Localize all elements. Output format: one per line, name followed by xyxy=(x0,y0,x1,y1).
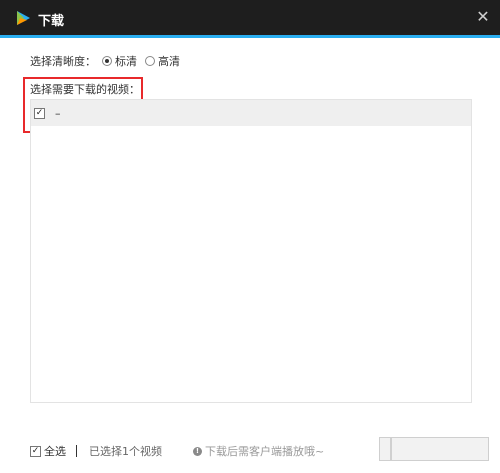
title-accent-bar xyxy=(0,35,500,38)
resolution-selector: 选择清晰度： 标清 高清 xyxy=(30,53,188,69)
info-icon: ! xyxy=(193,446,202,456)
playback-hint: ! 下载后需客户端播放哦~ xyxy=(193,443,324,459)
select-all-toggle[interactable]: ✓ 全选 xyxy=(30,443,66,459)
close-icon[interactable]: ✕ xyxy=(474,8,492,26)
resolution-option-hd-label: 高清 xyxy=(158,55,180,68)
footer-divider xyxy=(76,445,77,457)
footer-bar: ✓ 全选 已选择1个视频 xyxy=(30,443,162,459)
resolution-option-sd-label: 标清 xyxy=(115,55,137,68)
playback-hint-text: 下载后需客户端播放哦~ xyxy=(205,445,325,458)
download-button[interactable] xyxy=(379,437,489,461)
select-all-checkbox[interactable]: ✓ xyxy=(30,445,41,457)
video-title: – xyxy=(55,106,61,120)
list-item[interactable]: ✓ – xyxy=(31,100,471,126)
download-dialog: 下载 ✕ 选择清晰度： 标清 高清 选择需要下载的视频： ✓ – ✓ 全选 已选… xyxy=(0,0,500,473)
resolution-label: 选择清晰度： xyxy=(30,55,96,68)
resolution-option-hd[interactable]: 高清 xyxy=(145,53,180,69)
video-list: ✓ – xyxy=(30,99,472,403)
title-bar: 下载 ✕ xyxy=(0,0,500,35)
radio-sd[interactable] xyxy=(102,56,112,66)
resolution-option-sd[interactable]: 标清 xyxy=(102,53,137,69)
app-logo-icon xyxy=(17,11,30,25)
selected-count: 已选择1个视频 xyxy=(89,445,162,458)
video-checkbox[interactable]: ✓ xyxy=(34,107,45,119)
video-list-label: 选择需要下载的视频： xyxy=(30,83,140,96)
radio-hd[interactable] xyxy=(145,56,155,66)
window-title: 下载 xyxy=(38,14,65,29)
select-all-label: 全选 xyxy=(44,445,66,458)
